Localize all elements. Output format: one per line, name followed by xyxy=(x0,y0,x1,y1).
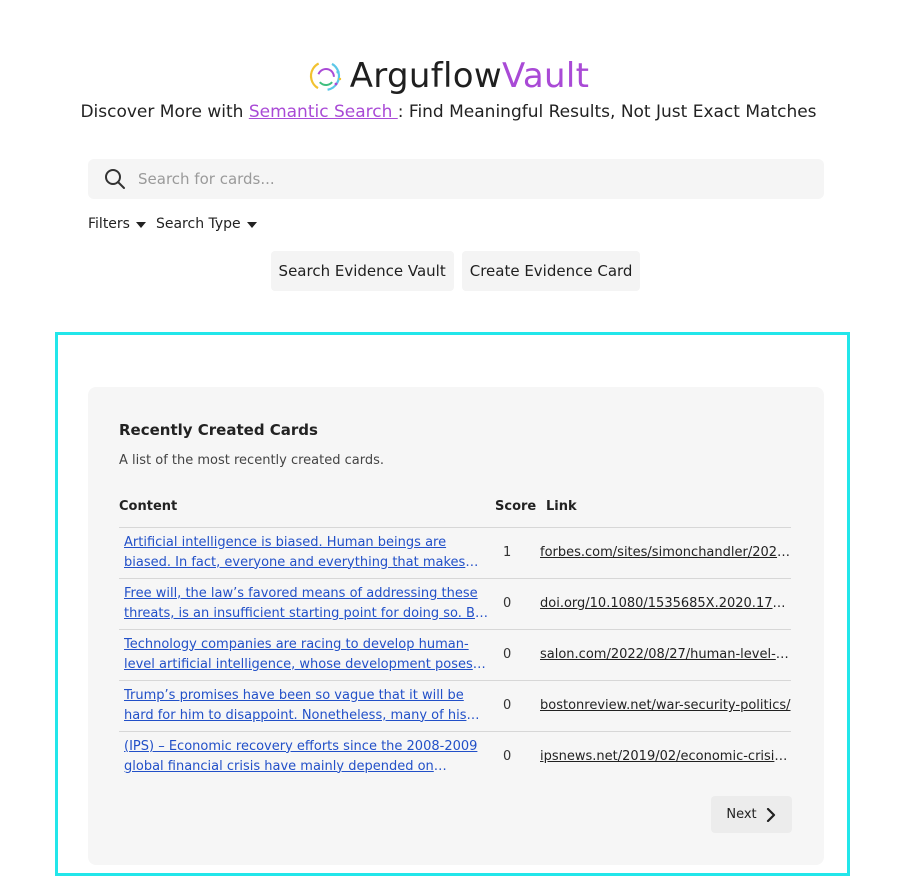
action-buttons: Search Evidence Vault Create Evidence Ca… xyxy=(0,251,897,291)
card-score: 1 xyxy=(495,526,539,578)
card-score: 0 xyxy=(495,628,539,680)
column-header-score: Score xyxy=(495,499,537,515)
recent-cards-subtitle: A list of the most recently created card… xyxy=(119,453,385,468)
next-label: Next xyxy=(726,807,757,822)
table-row: Technology companies are racing to devel… xyxy=(119,628,791,680)
recent-cards-panel: Recently Created Cards A list of the mos… xyxy=(88,387,824,865)
card-source-link[interactable]: ipsnews.net/2019/02/economic-crisis-loom… xyxy=(540,749,791,764)
table-row: (IPS) – Economic recovery efforts since … xyxy=(119,730,791,782)
tagline: Discover More with Semantic Search : Fin… xyxy=(0,102,897,122)
card-source-link[interactable]: salon.com/2022/08/27/human-level-artific… xyxy=(540,647,791,662)
caret-down-icon xyxy=(135,222,146,228)
card-content-link[interactable]: (IPS) – Economic recovery efforts since … xyxy=(124,737,491,777)
search-icon xyxy=(105,169,125,189)
create-evidence-card-button[interactable]: Create Evidence Card xyxy=(461,251,641,291)
table-row: Artificial intelligence is biased. Human… xyxy=(119,526,791,578)
caret-down-icon xyxy=(246,222,257,228)
search-type-label: Search Type xyxy=(155,216,241,232)
card-score: 0 xyxy=(495,679,539,731)
table-header-row: Content Score Link xyxy=(119,487,791,527)
brand-header: ArguflowVault xyxy=(0,56,897,96)
card-source-link[interactable]: bostonreview.net/war-security-politics/ xyxy=(540,698,791,713)
filters-label: Filters xyxy=(88,216,130,232)
filters-dropdown[interactable]: Filters xyxy=(88,216,146,232)
card-source-link[interactable]: forbes.com/sites/simonchandler/2020/03/1… xyxy=(540,545,791,560)
search-options: Filters Search Type xyxy=(88,216,257,232)
search-bar xyxy=(88,159,824,199)
card-source-link[interactable]: doi.org/10.1080/1535685X.2020.1763596 xyxy=(540,596,791,611)
recent-cards-title: Recently Created Cards xyxy=(119,421,318,439)
tagline-prefix: Discover More with xyxy=(80,102,249,122)
card-score: 0 xyxy=(495,577,539,629)
search-input[interactable] xyxy=(138,170,798,188)
brand-name-part1: Arguflow xyxy=(349,56,502,96)
brand-name-part2: Vault xyxy=(501,56,590,96)
search-evidence-vault-button[interactable]: Search Evidence Vault xyxy=(270,251,454,291)
card-content-link[interactable]: Technology companies are racing to devel… xyxy=(124,635,491,675)
card-content-link[interactable]: Trump’s promises have been so vague that… xyxy=(124,686,491,726)
card-content-link[interactable]: Artificial intelligence is biased. Human… xyxy=(124,533,491,573)
column-header-link: Link xyxy=(546,499,577,515)
table-row: Trump’s promises have been so vague that… xyxy=(119,679,791,731)
chevron-right-icon xyxy=(766,807,775,822)
arguflow-logo-icon xyxy=(309,60,341,92)
recent-cards-table: Content Score Link Artificial intelligen… xyxy=(119,487,791,782)
search-type-dropdown[interactable]: Search Type xyxy=(156,216,257,232)
card-score: 0 xyxy=(495,730,539,782)
brand-name: ArguflowVault xyxy=(350,56,589,96)
column-header-content: Content xyxy=(119,499,178,515)
tagline-suffix: : Find Meaningful Results, Not Just Exac… xyxy=(397,102,817,122)
semantic-search-link[interactable]: Semantic Search xyxy=(249,102,398,122)
card-content-link[interactable]: Free will, the law’s favored means of ad… xyxy=(124,584,491,624)
next-page-button[interactable]: Next xyxy=(711,796,792,833)
table-row: Free will, the law’s favored means of ad… xyxy=(119,577,791,629)
